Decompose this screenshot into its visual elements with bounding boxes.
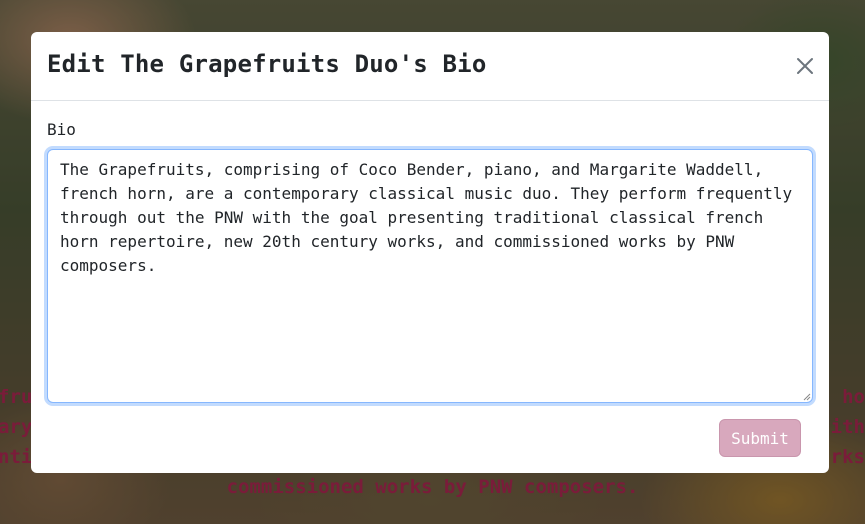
background-text-line: commissioned works by PNW composers. [226, 476, 639, 498]
bio-textarea[interactable] [47, 149, 813, 403]
background-text-fragment: ho [842, 386, 865, 408]
background-text-fragment: rks [830, 446, 865, 468]
submit-button[interactable]: Submit [719, 419, 801, 457]
resize-grip-icon[interactable] [801, 391, 811, 401]
background-text-fragment: nti [0, 446, 33, 468]
bio-label: Bio [47, 120, 76, 139]
background-text-fragment: ary [0, 416, 33, 438]
close-button[interactable] [793, 54, 817, 78]
background-text-fragment: fru [0, 386, 33, 408]
edit-bio-modal: Edit The Grapefruits Duo's Bio Bio Submi… [31, 32, 829, 473]
close-icon [797, 58, 813, 74]
background-text-fragment: ith [830, 416, 865, 438]
modal-title: Edit The Grapefruits Duo's Bio [47, 50, 487, 78]
modal-header: Edit The Grapefruits Duo's Bio [31, 32, 829, 101]
